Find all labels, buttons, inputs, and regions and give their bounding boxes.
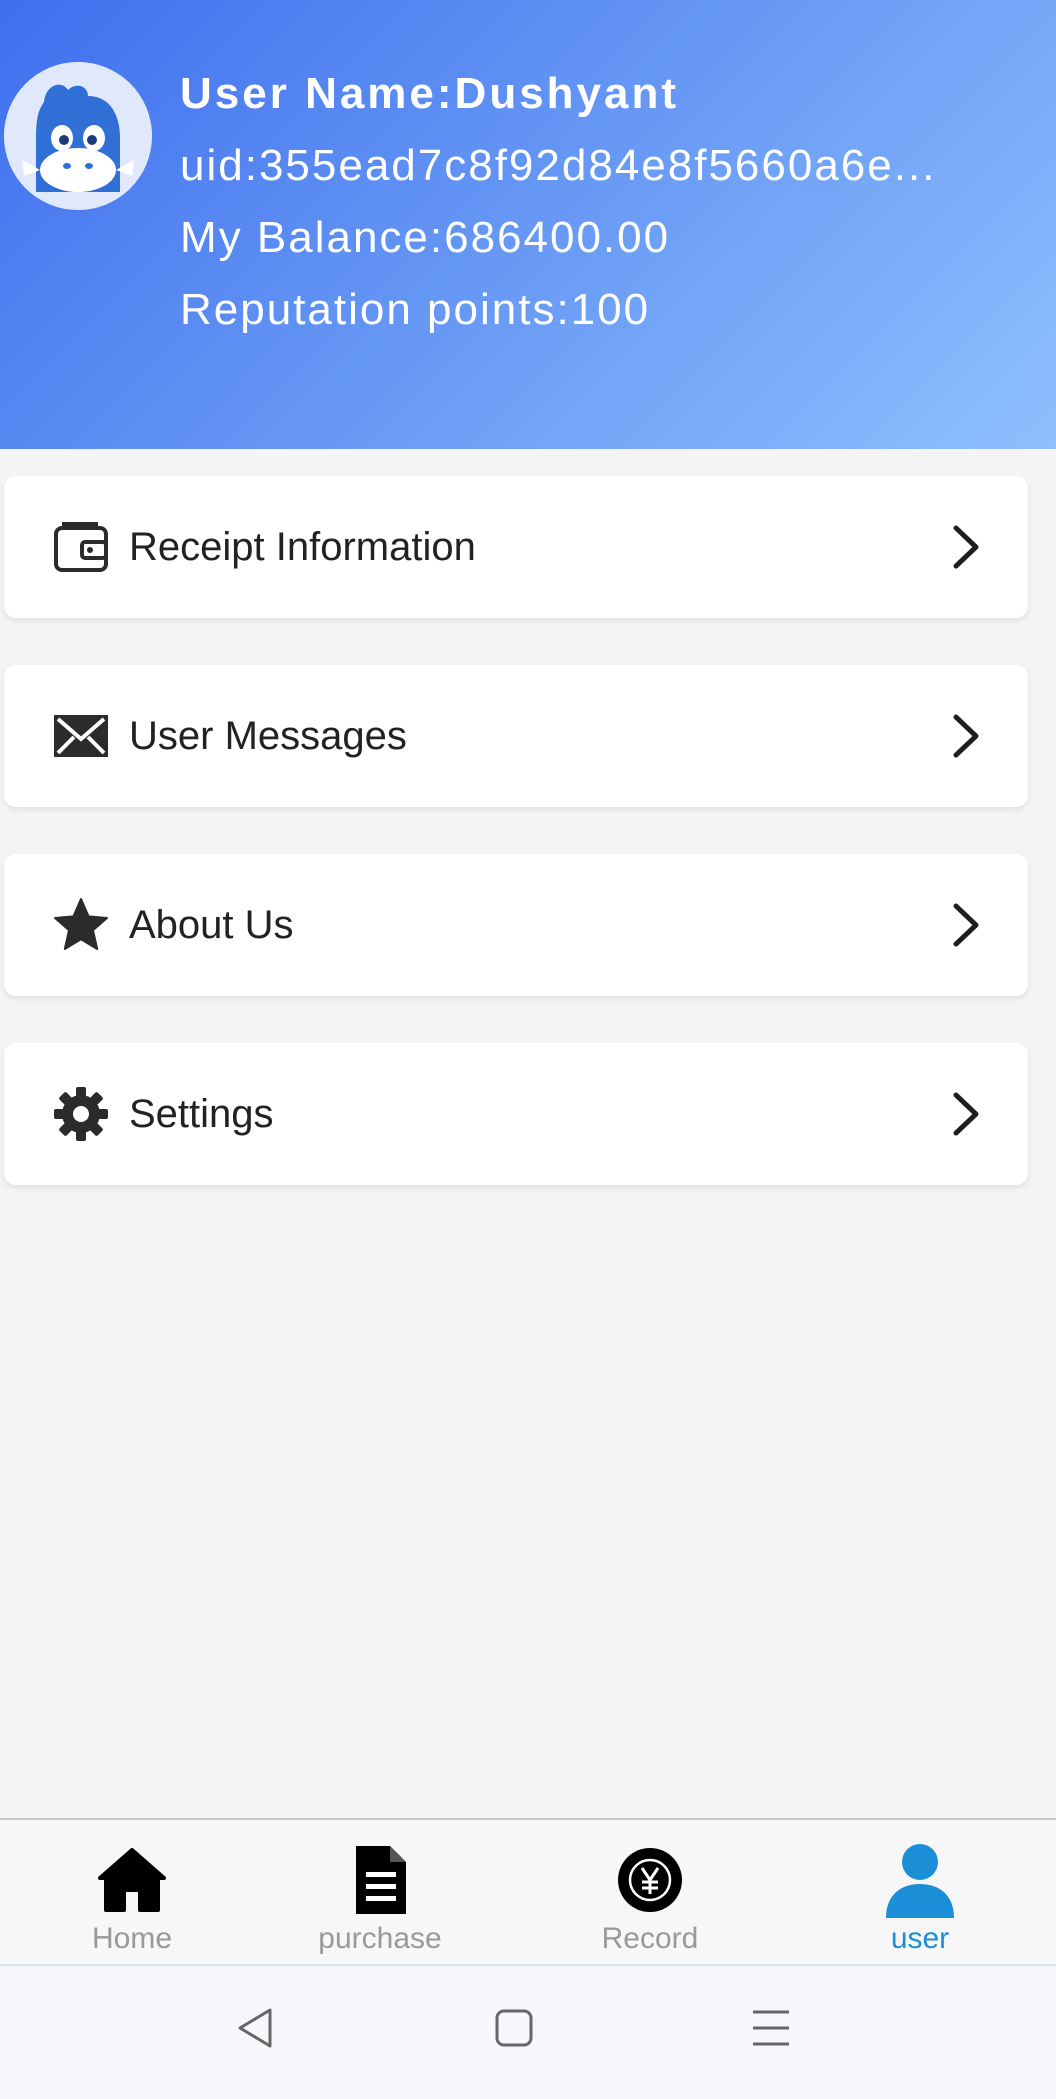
envelope-icon: [54, 715, 108, 757]
tab-home[interactable]: Home: [0, 1820, 264, 1966]
chevron-right-icon: [953, 525, 979, 569]
home-icon: [98, 1848, 166, 1912]
uid-text: uid:355ead7c8f92d84e8f5660a6e...: [180, 141, 937, 190]
tab-label: user: [890, 1922, 950, 1955]
document-icon: [356, 1846, 406, 1914]
back-icon[interactable]: [226, 1998, 286, 2058]
chevron-right-icon: [953, 714, 979, 758]
wallet-icon: [54, 522, 108, 572]
bottom-tab-bar: Home purchase Record user: [0, 1818, 1056, 1966]
star-icon: [54, 898, 108, 950]
system-nav-bar: [0, 1964, 1056, 2099]
home-square-icon[interactable]: [483, 1998, 543, 2058]
tab-user[interactable]: user: [788, 1820, 1052, 1966]
menu-item-about-us[interactable]: About Us: [4, 854, 1028, 996]
menu-item-label: About Us: [129, 903, 294, 947]
menu-item-settings[interactable]: Settings: [4, 1043, 1028, 1185]
menu-item-receipt-information[interactable]: Receipt Information: [4, 476, 1028, 618]
profile-header: User Name:Dushyant uid:355ead7c8f92d84e8…: [0, 0, 1056, 449]
mascot-avatar-icon: [4, 62, 152, 210]
username-text: User Name:Dushyant: [180, 69, 680, 118]
tab-label: Record: [601, 1922, 699, 1955]
reputation-text: Reputation points:100: [180, 285, 651, 334]
menu-item-label: Receipt Information: [129, 525, 476, 569]
chevron-right-icon: [953, 1092, 979, 1136]
menu-item-user-messages[interactable]: User Messages: [4, 665, 1028, 807]
menu-item-label: User Messages: [129, 714, 407, 758]
avatar[interactable]: [4, 62, 152, 210]
tab-label: purchase: [318, 1922, 442, 1955]
user-info: User Name:Dushyant uid:355ead7c8f92d84e8…: [180, 64, 936, 352]
balance-text: My Balance:686400.00: [180, 213, 671, 262]
tab-purchase[interactable]: purchase: [248, 1820, 512, 1966]
menu-lines-icon[interactable]: [741, 1998, 801, 2058]
yuan-coin-icon: [618, 1848, 682, 1912]
user-icon: [886, 1844, 954, 1918]
chevron-right-icon: [953, 903, 979, 947]
menu-item-label: Settings: [129, 1092, 274, 1136]
tab-label: Home: [91, 1922, 173, 1955]
tab-record[interactable]: Record: [518, 1820, 782, 1966]
gear-icon: [54, 1087, 108, 1141]
